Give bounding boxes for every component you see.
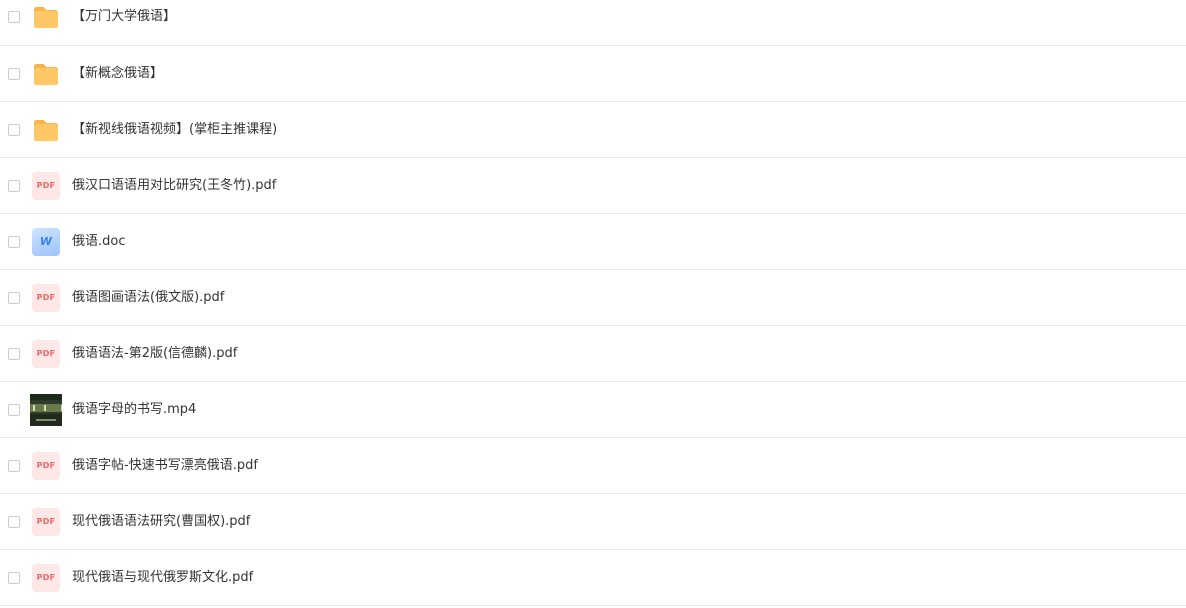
- file-name[interactable]: 现代俄语与现代俄罗斯文化.pdf: [72, 569, 253, 587]
- file-row[interactable]: 【新概念俄语】: [0, 46, 1186, 102]
- file-name[interactable]: 俄语图画语法(俄文版).pdf: [72, 289, 224, 307]
- file-name[interactable]: 现代俄语语法研究(曹国权).pdf: [72, 513, 250, 531]
- folder-icon: [32, 3, 60, 31]
- video-thumbnail: [30, 393, 62, 426]
- file-row[interactable]: PDF 俄语语法-第2版(信德麟).pdf: [0, 326, 1186, 382]
- select-checkbox[interactable]: [8, 11, 20, 23]
- file-name[interactable]: 俄语.doc: [72, 233, 126, 251]
- select-checkbox[interactable]: [8, 179, 20, 192]
- file-row[interactable]: PDF 现代俄语与现代俄罗斯文化.pdf: [0, 550, 1186, 606]
- select-checkbox[interactable]: [8, 571, 20, 584]
- pdf-icon: PDF: [32, 563, 60, 592]
- select-checkbox[interactable]: [8, 123, 20, 136]
- file-row[interactable]: W 俄语.doc: [0, 214, 1186, 270]
- file-name[interactable]: 俄语字帖-快速书写漂亮俄语.pdf: [72, 457, 258, 475]
- select-checkbox[interactable]: [8, 347, 20, 360]
- pdf-icon: PDF: [32, 451, 60, 480]
- file-row[interactable]: 【万门大学俄语】: [0, 0, 1186, 46]
- file-name[interactable]: 俄语语法-第2版(信德麟).pdf: [72, 345, 237, 363]
- file-name[interactable]: 【万门大学俄语】: [72, 8, 176, 26]
- file-row[interactable]: PDF 俄汉口语语用对比研究(王冬竹).pdf: [0, 158, 1186, 214]
- file-row[interactable]: PDF 现代俄语语法研究(曹国权).pdf: [0, 494, 1186, 550]
- file-name[interactable]: 俄语字母的书写.mp4: [72, 401, 196, 419]
- file-row[interactable]: PDF 俄语字帖-快速书写漂亮俄语.pdf: [0, 438, 1186, 494]
- pdf-icon: PDF: [32, 339, 60, 368]
- select-checkbox[interactable]: [8, 235, 20, 248]
- select-checkbox[interactable]: [8, 403, 20, 416]
- file-row[interactable]: PDF 俄语图画语法(俄文版).pdf: [0, 270, 1186, 326]
- folder-icon: [32, 60, 60, 88]
- file-list: 【万门大学俄语】 【新概念俄语】 【新视线俄语视频】(掌柜主推课程) PDF 俄…: [0, 0, 1186, 606]
- folder-icon: [32, 116, 60, 144]
- pdf-icon: PDF: [32, 283, 60, 312]
- select-checkbox[interactable]: [8, 291, 20, 304]
- pdf-icon: PDF: [32, 171, 60, 200]
- select-checkbox[interactable]: [8, 515, 20, 528]
- file-row[interactable]: 【新视线俄语视频】(掌柜主推课程): [0, 102, 1186, 158]
- file-name[interactable]: 俄汉口语语用对比研究(王冬竹).pdf: [72, 177, 276, 195]
- pdf-icon: PDF: [32, 507, 60, 536]
- file-row[interactable]: 俄语字母的书写.mp4: [0, 382, 1186, 438]
- select-checkbox[interactable]: [8, 459, 20, 472]
- file-name[interactable]: 【新视线俄语视频】(掌柜主推课程): [72, 121, 277, 139]
- word-doc-icon: W: [32, 227, 60, 256]
- file-name[interactable]: 【新概念俄语】: [72, 65, 163, 83]
- select-checkbox[interactable]: [8, 67, 20, 80]
